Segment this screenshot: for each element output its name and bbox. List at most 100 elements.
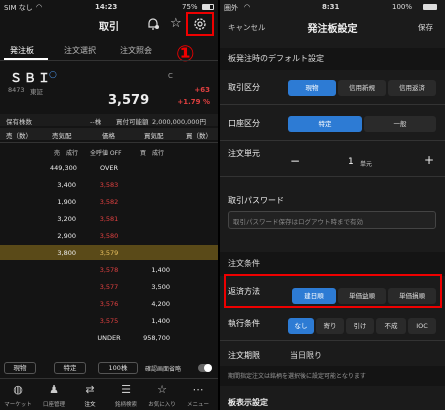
nav-stock-search[interactable]: 銘柄検索 bbox=[108, 400, 144, 408]
trade-type-margin-repay[interactable]: 信用返済 bbox=[388, 80, 436, 96]
board-header-buy-count: 買（数） bbox=[186, 132, 212, 140]
bell-icon[interactable] bbox=[146, 17, 160, 31]
account-type-specific[interactable]: 特定 bbox=[288, 116, 362, 132]
stock-partial-label: C bbox=[168, 72, 173, 80]
board-price[interactable]: UNDER bbox=[94, 334, 124, 342]
holdings-label: 保有株数 bbox=[6, 118, 32, 126]
right-screen: 圏外 ◠ 8:31 100% キャンセル 発注板設定 保存 板発注時のデフォルト… bbox=[220, 0, 445, 410]
tab-order-inquiry[interactable]: 注文照会 bbox=[120, 45, 152, 56]
divider bbox=[0, 378, 218, 379]
more-icon[interactable]: ⋯ bbox=[180, 383, 216, 396]
quantity-button[interactable]: 100株 bbox=[98, 362, 138, 374]
account-type-label: 口座区分 bbox=[228, 119, 260, 128]
nav-menu[interactable]: メニュー bbox=[180, 400, 216, 408]
tab-order-select[interactable]: 注文選択 bbox=[64, 45, 96, 56]
board-buy-qty: 4,200 bbox=[151, 300, 170, 308]
board-row[interactable]: 3,576 4,200 bbox=[0, 296, 218, 311]
exec-condition-funari[interactable]: 不成 bbox=[376, 318, 406, 334]
board-price[interactable]: 3,575 bbox=[94, 317, 124, 325]
search-icon[interactable]: ○ bbox=[49, 70, 57, 80]
board-price[interactable]: 3,580 bbox=[94, 232, 124, 240]
battery-icon bbox=[423, 4, 437, 10]
board-price[interactable]: OVER bbox=[94, 164, 124, 172]
order-period-label: 注文期限 bbox=[228, 351, 260, 360]
board-row[interactable]: 449,300 OVER bbox=[0, 160, 218, 175]
board-header-sell-quote: 売気配 bbox=[52, 132, 72, 140]
board-price[interactable]: 3,583 bbox=[94, 181, 124, 189]
gear-icon[interactable] bbox=[192, 16, 208, 32]
nav-order[interactable]: 注文 bbox=[72, 400, 108, 408]
plus-button[interactable]: + bbox=[424, 153, 434, 167]
nav-favorites[interactable]: お気に入り bbox=[144, 400, 180, 408]
tab-order-board[interactable]: 発注板 bbox=[10, 45, 34, 56]
spot-button[interactable]: 現物 bbox=[4, 362, 36, 374]
section-order-conditions: 注文条件 bbox=[220, 252, 445, 276]
board-price[interactable]: 3,579 bbox=[94, 249, 124, 257]
person-icon[interactable]: ♟ bbox=[36, 383, 72, 396]
board-row[interactable]: 3,800 3,579 bbox=[0, 245, 218, 260]
board-row[interactable]: 3,200 3,581 bbox=[0, 211, 218, 226]
minus-button[interactable]: − bbox=[290, 154, 300, 168]
repay-method-by-date[interactable]: 建日順 bbox=[292, 288, 336, 304]
exec-condition-close[interactable]: 引け bbox=[346, 318, 374, 334]
repay-method-by-profit[interactable]: 単価益順 bbox=[338, 288, 386, 304]
divider bbox=[220, 340, 445, 341]
nav-account[interactable]: 口座管理 bbox=[36, 400, 72, 408]
section-default-settings: 板発注時のデフォルト設定 bbox=[220, 48, 445, 70]
exec-condition-open[interactable]: 寄り bbox=[316, 318, 344, 334]
price-change: +63 bbox=[194, 86, 210, 94]
board-row[interactable]: 2,900 3,580 bbox=[0, 228, 218, 243]
list-search-icon[interactable]: ☰ bbox=[108, 383, 144, 396]
specific-button[interactable]: 特定 bbox=[54, 362, 86, 374]
board-sub-buy-market: 買 成行 bbox=[140, 150, 165, 157]
trade-password-input[interactable]: 取引パスワード保存はログアウト時まで有効 bbox=[228, 211, 436, 229]
board-row[interactable]: 1,900 3,582 bbox=[0, 194, 218, 209]
board-header-sell-count: 売（数） bbox=[6, 132, 32, 140]
exec-condition-ioc[interactable]: IOC bbox=[408, 318, 436, 334]
order-period-value[interactable]: 当日限り bbox=[290, 350, 322, 361]
board-buy-qty: 1,400 bbox=[151, 266, 170, 274]
nav-market[interactable]: マーケット bbox=[0, 400, 36, 408]
save-button[interactable]: 保存 bbox=[418, 22, 433, 33]
swap-icon[interactable]: ⇄ bbox=[72, 383, 108, 396]
order-unit-value[interactable]: 1 bbox=[348, 157, 354, 167]
trade-type-margin-new[interactable]: 信用新規 bbox=[338, 80, 386, 96]
battery-icon bbox=[202, 4, 214, 10]
repay-method-by-loss[interactable]: 単価損順 bbox=[388, 288, 436, 304]
board-sell-qty: 3,400 bbox=[57, 181, 76, 189]
wifi-icon: ◠ bbox=[36, 3, 43, 11]
board-sub-all-ticks[interactable]: 全呼値 OFF bbox=[90, 148, 122, 157]
status-carrier: 圏外 bbox=[224, 4, 238, 12]
divider bbox=[220, 176, 445, 177]
board-row[interactable]: 3,400 3,583 bbox=[0, 177, 218, 192]
star-icon[interactable]: ☆ bbox=[170, 16, 182, 31]
trade-password-label: 取引パスワード bbox=[228, 196, 284, 205]
globe-icon[interactable]: ◍ bbox=[0, 383, 36, 396]
exec-condition-none[interactable]: なし bbox=[288, 318, 314, 334]
favorite-star-icon[interactable]: ☆ bbox=[144, 383, 180, 396]
stock-name: ＳＢＩ bbox=[10, 71, 53, 85]
board-sell-qty: 3,800 bbox=[57, 249, 76, 257]
board-price[interactable]: 3,577 bbox=[94, 283, 124, 291]
board-price[interactable]: 3,582 bbox=[94, 198, 124, 206]
board-row[interactable]: 3,577 3,500 bbox=[0, 279, 218, 294]
stock-code: 8473 bbox=[8, 86, 25, 94]
board-buy-qty: 1,400 bbox=[151, 317, 170, 325]
board-row[interactable]: 3,575 1,400 bbox=[0, 313, 218, 328]
status-battery: 100% bbox=[392, 3, 413, 11]
board-row[interactable]: 3,578 1,400 bbox=[0, 262, 218, 277]
wifi-icon: ◠ bbox=[244, 3, 251, 11]
board-sell-qty: 449,300 bbox=[50, 164, 77, 172]
order-unit-label: 注文単元 bbox=[228, 149, 260, 158]
board-row[interactable]: UNDER 958,700 bbox=[0, 330, 218, 345]
left-screen: SIM なし ◠ 14:23 75% 取引 ☆ ① 発注板 注文選択 注文照会 … bbox=[0, 0, 218, 410]
board-price[interactable]: 3,581 bbox=[94, 215, 124, 223]
confirm-skip-toggle[interactable] bbox=[198, 364, 212, 372]
account-type-general[interactable]: 一般 bbox=[364, 116, 436, 132]
trade-type-spot[interactable]: 現物 bbox=[288, 80, 336, 96]
status-carrier: SIM なし bbox=[4, 4, 33, 12]
price-change-pct: +1.79 % bbox=[177, 98, 210, 106]
board-price[interactable]: 3,578 bbox=[94, 266, 124, 274]
board-price[interactable]: 3,576 bbox=[94, 300, 124, 308]
period-note: 期間指定注文は銘柄を選択後に設定可能となります bbox=[228, 373, 366, 380]
